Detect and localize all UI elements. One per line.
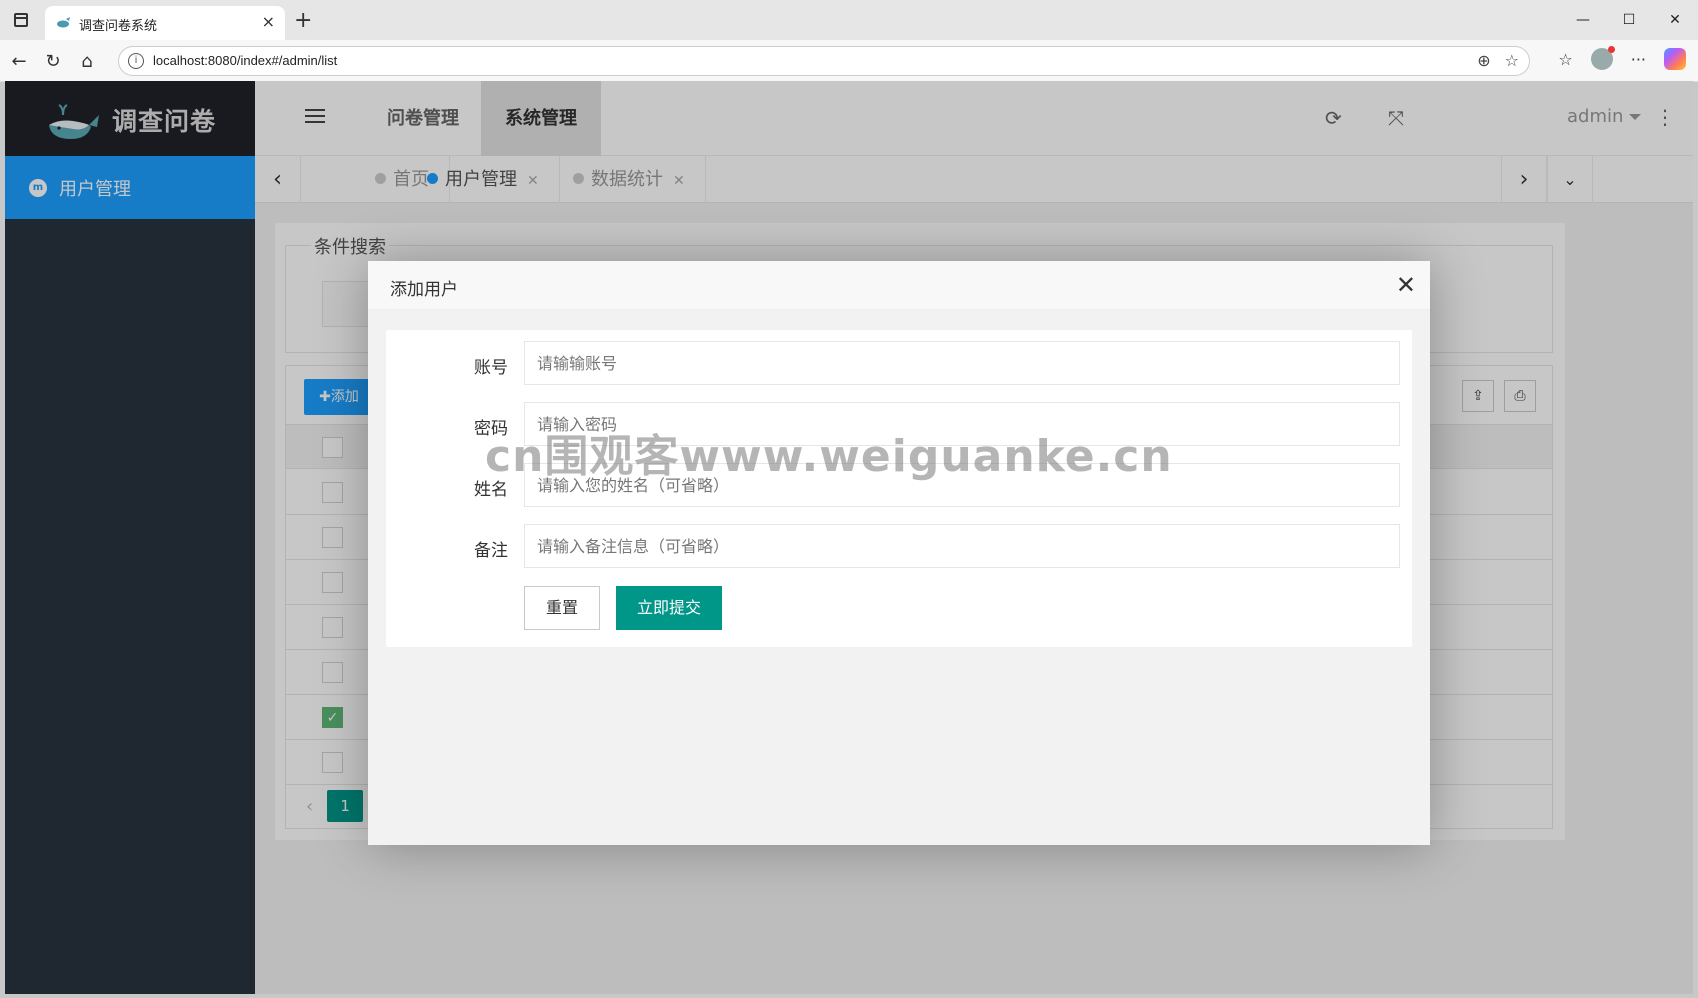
site-info-icon[interactable]: i bbox=[128, 53, 144, 69]
watermark-text: cn围观客www.weiguanke.cn bbox=[485, 431, 1173, 482]
tab-actions-icon[interactable] bbox=[14, 13, 28, 27]
whale-favicon-icon bbox=[57, 17, 70, 28]
submit-button[interactable]: 立即提交 bbox=[616, 586, 722, 630]
add-user-form: 账号 密码 姓名 备注 重置 立即提交 bbox=[386, 330, 1412, 647]
profile-avatar[interactable] bbox=[1590, 46, 1615, 70]
app-window: 调查问卷 m 用户管理 问卷管理 系统管理 ⟳ ⤧ admin ⋮ ‹ 首页 用… bbox=[5, 81, 1693, 994]
new-tab-icon[interactable]: + bbox=[294, 8, 312, 33]
url-text: localhost:8080/index#/admin/list bbox=[153, 53, 338, 68]
browser-tab-bar: 调查问卷系统 × + — ☐ ✕ bbox=[0, 0, 1698, 40]
favorites-icon[interactable]: ☆ bbox=[1558, 50, 1572, 69]
remark-input[interactable] bbox=[524, 524, 1400, 568]
close-window-icon[interactable]: ✕ bbox=[1652, 0, 1698, 40]
reset-button[interactable]: 重置 bbox=[524, 586, 600, 630]
back-icon[interactable]: ← bbox=[6, 48, 32, 74]
account-label: 账号 bbox=[474, 358, 508, 378]
modal-header: 添加用户 ✕ bbox=[368, 261, 1430, 310]
more-options-icon[interactable]: ··· bbox=[1631, 50, 1646, 69]
browser-tab[interactable]: 调查问卷系统 × bbox=[45, 6, 285, 40]
maximize-icon[interactable]: ☐ bbox=[1606, 0, 1652, 40]
copilot-icon[interactable] bbox=[1664, 48, 1686, 70]
account-input[interactable] bbox=[524, 341, 1400, 385]
close-icon[interactable]: ✕ bbox=[1396, 271, 1416, 299]
modal-title: 添加用户 bbox=[390, 280, 458, 300]
browser-tab-title: 调查问卷系统 bbox=[79, 19, 158, 34]
window-controls: — ☐ ✕ bbox=[1560, 0, 1698, 40]
favorite-star-icon[interactable]: ☆ bbox=[1505, 51, 1519, 70]
close-tab-icon[interactable]: × bbox=[262, 12, 275, 31]
refresh-icon[interactable]: ↻ bbox=[40, 48, 66, 74]
zoom-icon[interactable]: ⊕ bbox=[1477, 51, 1490, 70]
home-icon[interactable]: ⌂ bbox=[74, 48, 100, 74]
minimize-icon[interactable]: — bbox=[1560, 0, 1606, 40]
url-bar[interactable]: i localhost:8080/index#/admin/list ⊕ ☆ bbox=[118, 46, 1530, 76]
address-toolbar: ← ↻ ⌂ i localhost:8080/index#/admin/list… bbox=[0, 40, 1698, 82]
form-row-account: 账号 bbox=[386, 341, 1412, 385]
form-row-remark: 备注 bbox=[386, 524, 1412, 568]
add-user-modal: 添加用户 ✕ 账号 密码 姓名 备注 重置 立即提交 bbox=[368, 261, 1430, 845]
remark-label: 备注 bbox=[474, 541, 508, 561]
